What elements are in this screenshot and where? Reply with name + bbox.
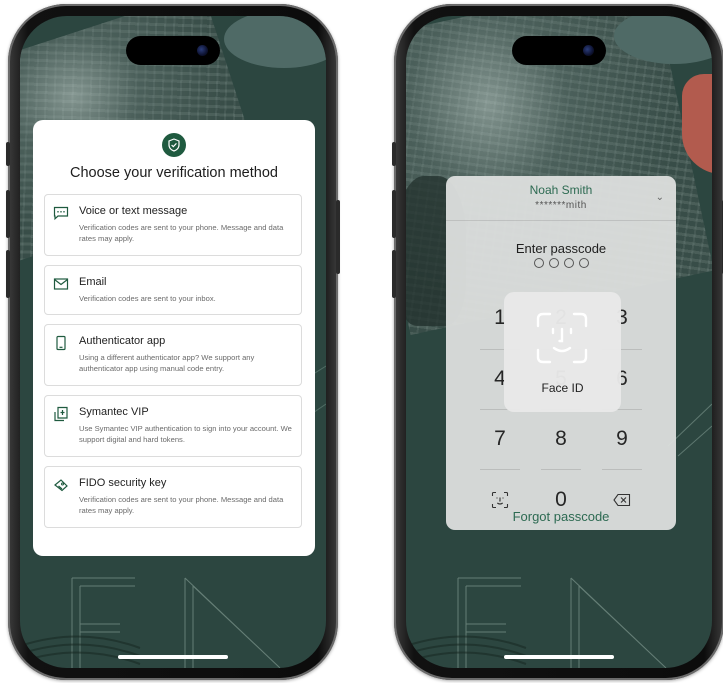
volume-up-button — [6, 190, 10, 238]
volume-up-button — [392, 190, 396, 238]
security-key-icon — [54, 479, 68, 492]
option-title: Symantec VIP — [79, 406, 149, 418]
phone-frame-right: Noah Smith *******mith ⌄ Enter passcode … — [392, 4, 723, 680]
backspace-icon — [613, 493, 631, 507]
passcode-dot — [533, 258, 544, 268]
shield-check-icon — [162, 133, 186, 157]
option-description: Verification codes are sent to your phon… — [79, 223, 284, 243]
action-button — [392, 142, 396, 166]
passcode-dot — [578, 258, 589, 268]
passcode-dot — [548, 258, 559, 268]
verification-method-card: Choose your verification method Voice or… — [33, 120, 315, 556]
account-masked-id: *******mith — [535, 200, 587, 211]
power-button — [336, 200, 340, 274]
option-authenticator-app[interactable]: Authenticator app Using a different auth… — [44, 324, 302, 386]
dynamic-island — [126, 36, 220, 65]
action-button — [6, 142, 10, 166]
screen-left: Choose your verification method Voice or… — [20, 16, 326, 668]
option-title: Voice or text message — [79, 205, 188, 217]
option-title: Email — [79, 276, 107, 288]
phone-icon — [56, 335, 66, 351]
key-divider — [541, 469, 581, 470]
option-voice-text[interactable]: Voice or text message Verification codes… — [44, 194, 302, 256]
faceid-icon — [536, 312, 588, 364]
vip-token-icon — [54, 406, 68, 422]
volume-down-button — [6, 250, 10, 298]
option-description: Verification codes are sent to your inbo… — [79, 294, 216, 303]
enter-passcode-label: Enter passcode — [515, 241, 607, 256]
option-symantec-vip[interactable]: Symantec VIP Use Symantec VIP authentica… — [44, 395, 302, 457]
chevron-down-icon[interactable]: ⌄ — [656, 192, 664, 203]
camera-lens — [583, 45, 594, 56]
faceid-icon — [491, 491, 509, 509]
passcode-dot — [563, 258, 574, 268]
home-indicator[interactable] — [504, 655, 614, 659]
passcode-dots — [446, 258, 676, 268]
volume-down-button — [392, 250, 396, 298]
key-divider — [480, 469, 520, 470]
account-selector[interactable]: Noah Smith *******mith ⌄ — [446, 176, 676, 221]
option-title: Authenticator app — [79, 335, 166, 347]
home-indicator[interactable] — [118, 655, 228, 659]
page-title: Choose your verification method — [70, 165, 278, 181]
option-description: Verification codes are sent to your phon… — [79, 495, 284, 515]
option-fido-key[interactable]: FIDO security key Verification codes are… — [44, 466, 302, 528]
phone-frame-left: Choose your verification method Voice or… — [6, 4, 340, 680]
faceid-prompt: Face ID — [504, 292, 621, 412]
mail-icon — [53, 278, 69, 290]
passcode-sheet: Noah Smith *******mith ⌄ Enter passcode … — [446, 176, 676, 530]
key-7[interactable]: 7 — [470, 419, 530, 459]
option-description: Use Symantec VIP authentication to sign … — [79, 424, 292, 444]
option-title: FIDO security key — [79, 477, 167, 489]
key-9[interactable]: 9 — [592, 419, 652, 459]
forgot-passcode-link[interactable]: Forgot passcode — [446, 509, 676, 524]
message-icon — [53, 206, 69, 221]
account-name: Noah Smith — [529, 183, 593, 197]
key-8[interactable]: 8 — [531, 419, 591, 459]
option-email[interactable]: Email Verification codes are sent to you… — [44, 265, 302, 315]
dynamic-island — [512, 36, 606, 65]
key-divider — [602, 469, 642, 470]
screen-right: Noah Smith *******mith ⌄ Enter passcode … — [406, 16, 712, 668]
camera-lens — [197, 45, 208, 56]
faceid-label: Face ID — [541, 381, 584, 395]
option-description: Using a different authenticator app? We … — [79, 353, 255, 373]
brand-letters-outline — [406, 577, 667, 668]
